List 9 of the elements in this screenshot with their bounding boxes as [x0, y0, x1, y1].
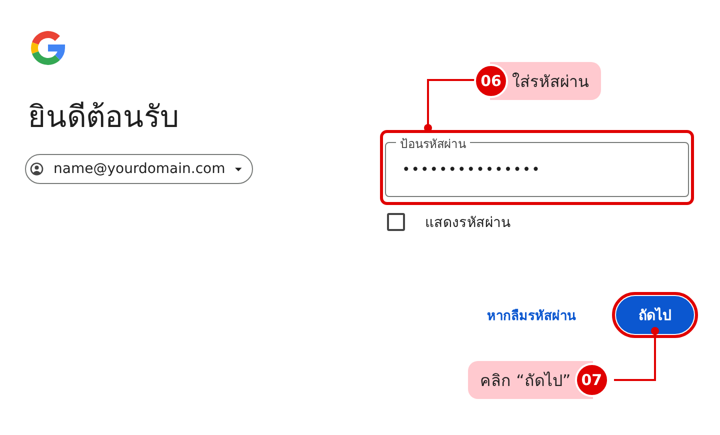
next-button[interactable]: ถัดไป: [616, 296, 694, 334]
checkbox[interactable]: [387, 213, 405, 231]
caret-icon: [235, 166, 242, 172]
account-chip[interactable]: name@yourdomain.com: [25, 154, 253, 184]
step-badge: 06: [474, 64, 508, 98]
page-heading: ยินดีต้อนรับ: [28, 99, 180, 137]
logo-icon: [28, 28, 68, 68]
forgot-password-link[interactable]: หากลืมรหัสผ่าน: [487, 304, 576, 326]
checkbox-label: แสดงรหัสผ่าน: [425, 214, 511, 233]
